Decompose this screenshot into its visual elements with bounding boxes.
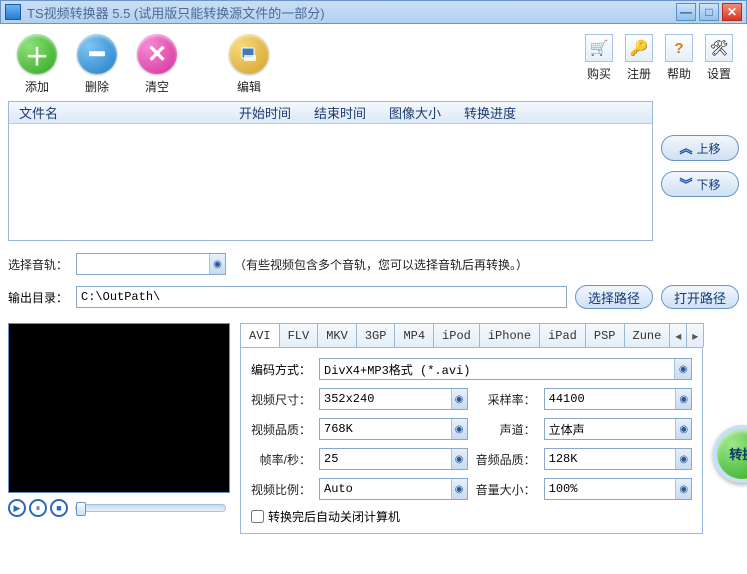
dropdown-icon[interactable]: ◉ bbox=[451, 389, 467, 409]
vol-select[interactable]: ◉ bbox=[544, 478, 693, 500]
maximize-button[interactable]: □ bbox=[699, 3, 719, 21]
tab-zune[interactable]: Zune bbox=[624, 323, 671, 347]
vqual-select[interactable]: ◉ bbox=[319, 418, 468, 440]
x-icon: ✕ bbox=[137, 34, 177, 74]
vol-label: 音量大小： bbox=[476, 481, 536, 498]
buy-button[interactable]: 🛒 购买 bbox=[581, 34, 617, 82]
tab-psp[interactable]: PSP bbox=[585, 323, 625, 347]
move-down-button[interactable]: ︾ 下移 bbox=[661, 171, 739, 197]
srate-select[interactable]: ◉ bbox=[544, 388, 693, 410]
move-up-button[interactable]: ︽ 上移 bbox=[661, 135, 739, 161]
audio-track-label: 选择音轨： bbox=[8, 256, 68, 273]
tab-flv[interactable]: FLV bbox=[279, 323, 319, 347]
tab-scroll-left[interactable]: ◂ bbox=[669, 323, 687, 347]
vsize-select[interactable]: ◉ bbox=[319, 388, 468, 410]
pause-button[interactable]: ⏸ bbox=[29, 499, 47, 517]
file-list-header: 文件名 开始时间 结束时间 图像大小 转换进度 bbox=[9, 102, 652, 124]
dropdown-icon[interactable]: ◉ bbox=[209, 254, 225, 274]
srate-label: 采样率： bbox=[476, 391, 536, 408]
double-up-icon: ︽ bbox=[679, 142, 692, 155]
clear-button[interactable]: ✕ 清空 bbox=[134, 34, 180, 95]
tools-icon: 🛠 bbox=[705, 34, 733, 62]
output-dir-field[interactable] bbox=[76, 286, 567, 308]
encode-label: 编码方式： bbox=[251, 361, 311, 378]
file-list[interactable]: 文件名 开始时间 结束时间 图像大小 转换进度 bbox=[8, 101, 653, 241]
close-button[interactable]: ✕ bbox=[722, 3, 742, 21]
minimize-button[interactable]: — bbox=[676, 3, 696, 21]
stop-button[interactable]: ■ bbox=[50, 499, 68, 517]
output-dir-label: 输出目录： bbox=[8, 289, 68, 306]
edit-icon bbox=[229, 34, 269, 74]
dropdown-icon[interactable]: ◉ bbox=[451, 479, 467, 499]
seek-slider[interactable] bbox=[75, 504, 226, 512]
convert-button[interactable]: 转换 bbox=[713, 425, 747, 483]
dropdown-icon[interactable]: ◉ bbox=[675, 479, 691, 499]
minus-icon: ━ bbox=[77, 34, 117, 74]
shutdown-label: 转换完后自动关闭计算机 bbox=[268, 508, 400, 525]
audio-track-note: （有些视频包含多个音轨，您可以选择音轨后再转换。） bbox=[234, 256, 528, 273]
col-start-time[interactable]: 开始时间 bbox=[229, 103, 304, 122]
settings-panel: 编码方式： ◉ 视频尺寸： ◉ 采样率： ◉ 视频品质： ◉ 声道： ◉ 帧率/… bbox=[240, 347, 703, 534]
tab-ipod[interactable]: iPod bbox=[433, 323, 480, 347]
video-preview bbox=[8, 323, 230, 493]
preview-controls: ▶ ⏸ ■ bbox=[8, 499, 230, 517]
vsize-label: 视频尺寸： bbox=[251, 391, 311, 408]
toolbar: ＋ 添加 ━ 删除 ✕ 清空 编辑 🛒 购买 bbox=[8, 34, 739, 95]
col-image-size[interactable]: 图像大小 bbox=[379, 103, 454, 122]
tab-avi[interactable]: AVI bbox=[240, 323, 280, 347]
key-icon: 🔑 bbox=[625, 34, 653, 62]
help-icon: ? bbox=[665, 34, 693, 62]
dropdown-icon[interactable]: ◉ bbox=[675, 419, 691, 439]
aqual-select[interactable]: ◉ bbox=[544, 448, 693, 470]
settings-button[interactable]: 🛠 设置 bbox=[701, 34, 737, 82]
tab-mkv[interactable]: MKV bbox=[317, 323, 357, 347]
dropdown-icon[interactable]: ◉ bbox=[451, 419, 467, 439]
open-path-button[interactable]: 打开路径 bbox=[661, 285, 739, 309]
help-button[interactable]: ? 帮助 bbox=[661, 34, 697, 82]
plus-icon: ＋ bbox=[17, 34, 57, 74]
dropdown-icon[interactable]: ◉ bbox=[674, 359, 691, 379]
tab-scroll-right[interactable]: ▸ bbox=[686, 323, 704, 347]
double-down-icon: ︾ bbox=[679, 178, 692, 191]
tab-mp4[interactable]: MP4 bbox=[394, 323, 434, 347]
chan-label: 声道： bbox=[476, 421, 536, 438]
titlebar: TS视频转换器 5.5 (试用版只能转换源文件的一部分) — □ ✕ bbox=[0, 0, 747, 24]
format-tabs: AVIFLVMKV3GPMP4iPodiPhoneiPadPSPZune◂▸ bbox=[240, 323, 703, 347]
tab-3gp[interactable]: 3GP bbox=[356, 323, 396, 347]
shutdown-checkbox[interactable] bbox=[251, 510, 264, 523]
aqual-label: 音频品质： bbox=[476, 451, 536, 468]
col-end-time[interactable]: 结束时间 bbox=[304, 103, 379, 122]
edit-button[interactable]: 编辑 bbox=[226, 34, 272, 95]
register-button[interactable]: 🔑 注册 bbox=[621, 34, 657, 82]
delete-button[interactable]: ━ 删除 bbox=[74, 34, 120, 95]
dropdown-icon[interactable]: ◉ bbox=[451, 449, 467, 469]
ratio-select[interactable]: ◉ bbox=[319, 478, 468, 500]
dropdown-icon[interactable]: ◉ bbox=[675, 449, 691, 469]
slider-thumb[interactable] bbox=[76, 502, 86, 516]
fps-label: 帧率/秒： bbox=[251, 451, 311, 468]
cart-icon: 🛒 bbox=[585, 34, 613, 62]
vqual-label: 视频品质： bbox=[251, 421, 311, 438]
chan-select[interactable]: ◉ bbox=[544, 418, 693, 440]
audio-track-input[interactable] bbox=[77, 254, 209, 274]
choose-path-button[interactable]: 选择路径 bbox=[575, 285, 653, 309]
dropdown-icon[interactable]: ◉ bbox=[675, 389, 691, 409]
tab-iphone[interactable]: iPhone bbox=[479, 323, 540, 347]
fps-select[interactable]: ◉ bbox=[319, 448, 468, 470]
ratio-label: 视频比例： bbox=[251, 481, 311, 498]
col-progress[interactable]: 转换进度 bbox=[454, 103, 652, 122]
encode-select[interactable]: ◉ bbox=[319, 358, 692, 380]
window-title: TS视频转换器 5.5 (试用版只能转换源文件的一部分) bbox=[27, 3, 673, 22]
audio-track-select[interactable]: ◉ bbox=[76, 253, 226, 275]
app-icon bbox=[5, 4, 21, 20]
add-button[interactable]: ＋ 添加 bbox=[14, 34, 60, 95]
tab-ipad[interactable]: iPad bbox=[539, 323, 586, 347]
col-filename[interactable]: 文件名 bbox=[9, 103, 229, 122]
play-button[interactable]: ▶ bbox=[8, 499, 26, 517]
output-dir-input[interactable] bbox=[77, 287, 566, 307]
